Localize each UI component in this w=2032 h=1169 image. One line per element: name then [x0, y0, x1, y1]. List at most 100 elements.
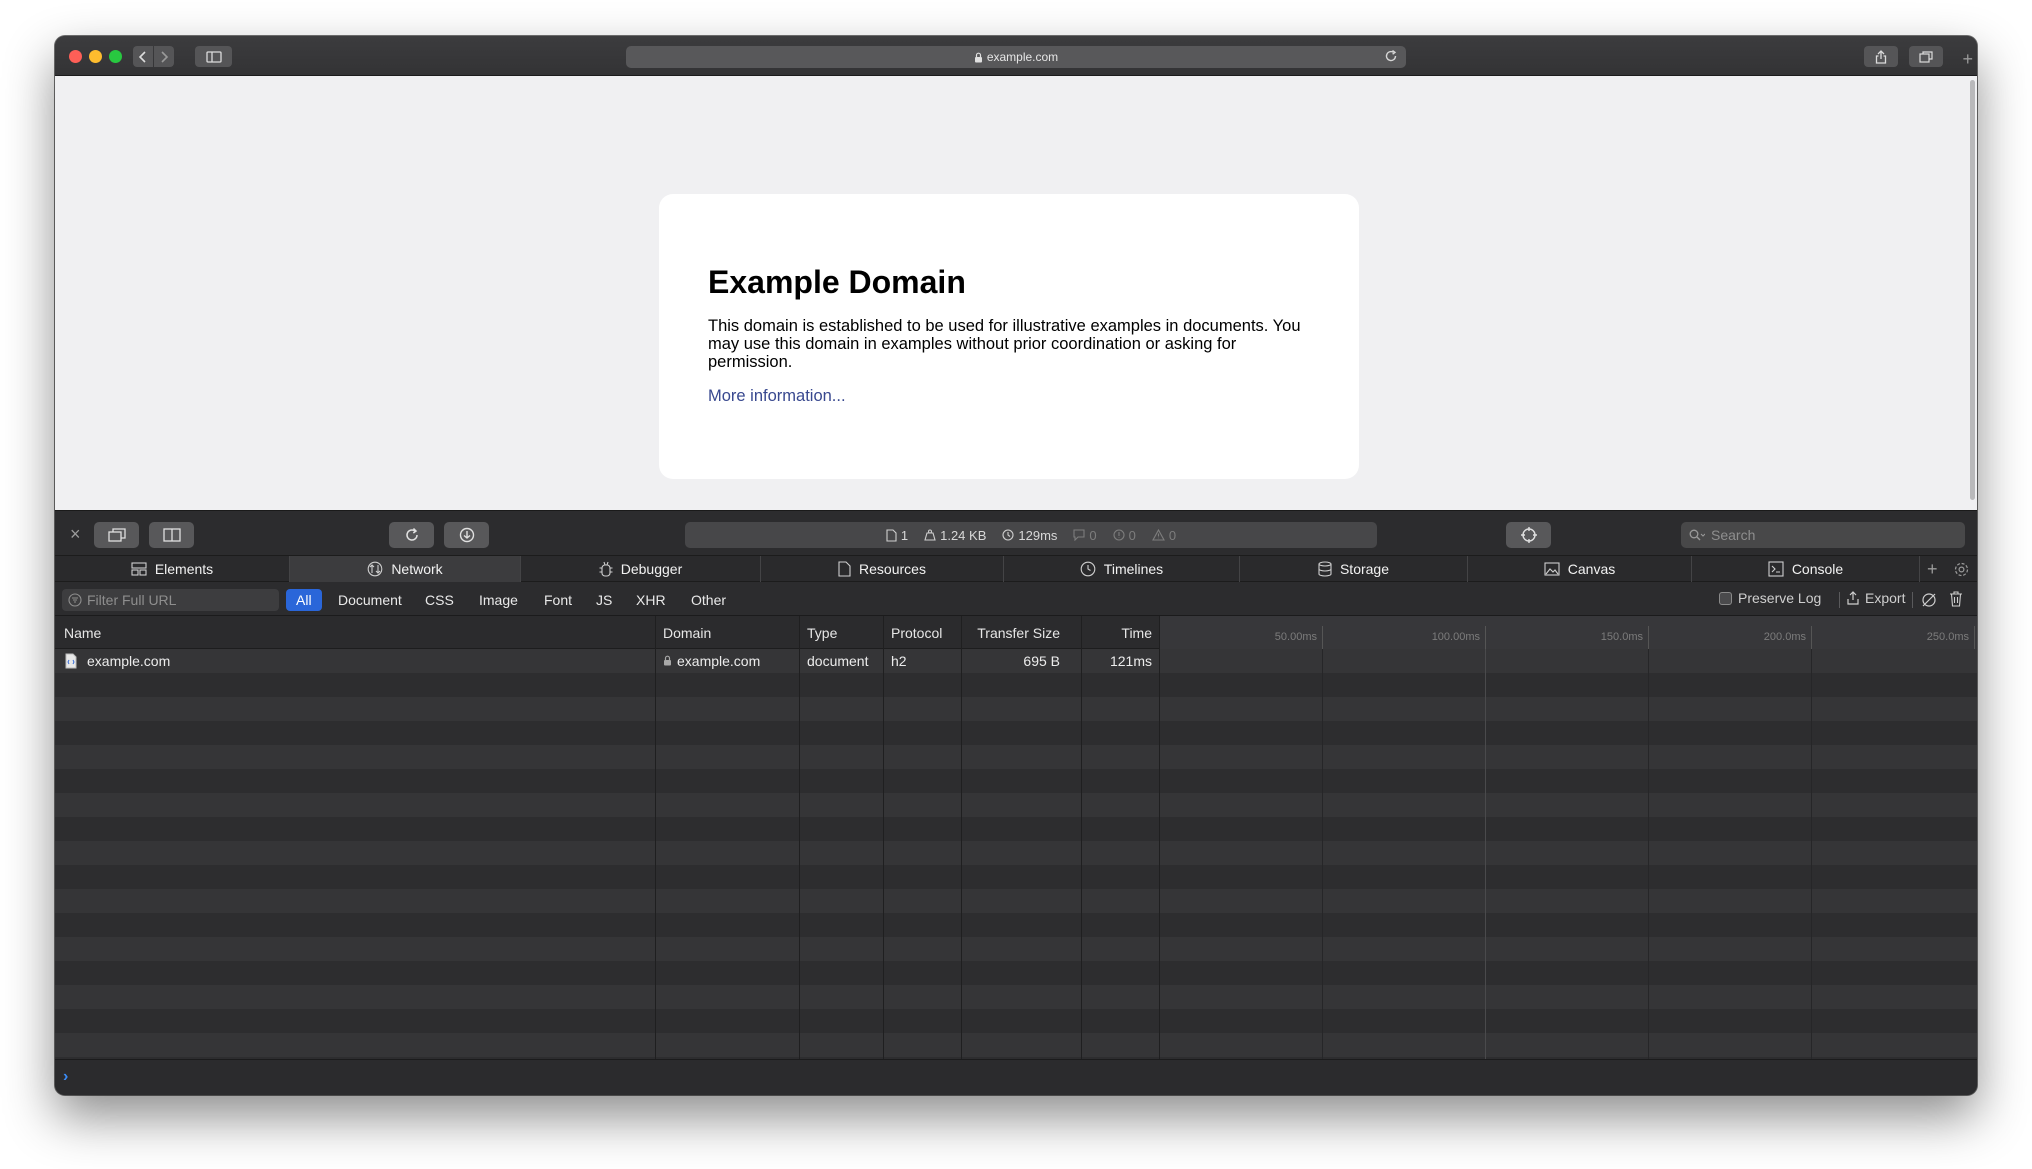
log-count[interactable]: 0 [1073, 528, 1097, 543]
dock-side-button[interactable] [149, 522, 194, 548]
forward-button[interactable] [154, 46, 174, 67]
waterfall-gridline [1322, 649, 1323, 1059]
column-transfer-size[interactable]: Transfer Size [960, 616, 1060, 649]
reload-page-button[interactable] [389, 522, 434, 548]
address-text: example.com [986, 50, 1059, 64]
more-information-link[interactable]: More information... [708, 387, 846, 405]
warning-count[interactable]: 0 [1151, 528, 1176, 543]
tab-overview-button[interactable] [1909, 46, 1943, 67]
sidebar-toggle-button[interactable] [195, 46, 232, 67]
resource-size[interactable]: 1.24 KB [924, 528, 986, 543]
zoom-window-button[interactable] [109, 50, 122, 63]
tab-network[interactable]: Network [290, 556, 521, 582]
waterfall-tick: 200.0ms [1649, 626, 1812, 649]
download-archive-button[interactable] [444, 522, 489, 548]
bug-icon [599, 561, 613, 577]
row-name: example.com [87, 653, 171, 669]
console-icon [1768, 561, 1784, 577]
message-icon [1073, 529, 1085, 541]
minimize-window-button[interactable] [89, 50, 102, 63]
tab-debugger[interactable]: Debugger [521, 556, 761, 582]
add-tab-icon[interactable]: + [1927, 560, 1938, 578]
column-divider[interactable] [1159, 616, 1160, 1059]
database-icon [1318, 561, 1332, 577]
address-bar[interactable]: example.com [626, 46, 1406, 68]
table-row[interactable]: example.com example.com document h2 695 … [55, 649, 1977, 673]
filter-type-document[interactable]: Document [328, 589, 412, 611]
settings-gear-icon[interactable] [1953, 561, 1970, 578]
waterfall-header: 50.00ms 100.00ms 150.0ms 200.0ms 250.0ms [1160, 616, 1977, 649]
tab-resources[interactable]: Resources [761, 556, 1004, 582]
scrollbar-thumb[interactable] [1970, 80, 1975, 500]
filter-url-input[interactable]: Filter Full URL [62, 589, 279, 611]
document-file-icon [65, 653, 77, 669]
filter-type-other[interactable]: Other [681, 589, 736, 611]
column-divider[interactable] [883, 616, 884, 1059]
preserve-log-checkbox[interactable] [1719, 591, 1732, 605]
empty-row [55, 961, 1977, 985]
waterfall-marker [1485, 649, 1486, 1059]
filter-type-all[interactable]: All [286, 589, 322, 611]
tab-timelines[interactable]: Timelines [1004, 556, 1240, 582]
filter-type-js[interactable]: JS [586, 589, 622, 611]
filter-type-css[interactable]: CSS [415, 589, 464, 611]
page-heading: Example Domain [708, 264, 966, 300]
empty-row [55, 985, 1977, 1009]
title-bar: example.com + [55, 36, 1977, 76]
devtools-toolbar: × 1 1.24 KB 129ms 0 0 0 Search [55, 510, 1977, 555]
column-divider[interactable] [655, 616, 656, 1059]
preserve-log-toggle[interactable]: Preserve Log [1719, 590, 1821, 606]
column-type[interactable]: Type [807, 616, 837, 649]
warning-icon [1151, 529, 1165, 541]
tab-console[interactable]: Console [1692, 556, 1920, 582]
close-devtools-icon[interactable]: × [70, 525, 81, 543]
network-icon [367, 561, 383, 577]
disable-cache-icon[interactable] [1921, 592, 1937, 608]
waterfall-gridline [1811, 649, 1812, 1059]
inspect-element-button[interactable] [1506, 522, 1551, 548]
row-protocol: h2 [891, 653, 907, 669]
column-divider[interactable] [799, 616, 800, 1059]
sidebar-icon [205, 50, 222, 63]
filter-type-image[interactable]: Image [469, 589, 528, 611]
waterfall-tick: 150.0ms [1486, 626, 1649, 649]
resource-count[interactable]: 1 [886, 528, 908, 543]
trash-icon[interactable] [1949, 591, 1963, 607]
lock-icon [974, 52, 982, 62]
reload-icon[interactable] [1384, 49, 1398, 63]
error-icon [1113, 529, 1125, 541]
export-button[interactable]: Export [1847, 590, 1905, 606]
column-domain[interactable]: Domain [663, 616, 711, 649]
activity-status-bar: 1 1.24 KB 129ms 0 0 0 [685, 522, 1377, 548]
devtools-search-field[interactable]: Search [1681, 522, 1965, 548]
column-divider[interactable] [1081, 616, 1082, 1059]
chevron-right-icon [161, 50, 169, 63]
tab-storage[interactable]: Storage [1240, 556, 1468, 582]
download-icon [459, 527, 474, 543]
close-window-button[interactable] [69, 50, 82, 63]
load-time[interactable]: 129ms [1002, 528, 1057, 543]
column-name[interactable]: Name [64, 616, 101, 649]
back-button[interactable] [133, 46, 153, 67]
column-divider[interactable] [961, 616, 962, 1059]
weight-icon [924, 529, 936, 541]
waterfall-tick: 250.0ms [1812, 626, 1975, 649]
tab-elements[interactable]: Elements [55, 556, 290, 582]
page-scrollbar[interactable] [1968, 76, 1977, 510]
separator [1839, 592, 1840, 608]
console-prompt-area[interactable]: › [55, 1059, 1977, 1095]
search-placeholder: Search [1711, 527, 1756, 543]
reload-icon [405, 527, 418, 541]
tab-canvas[interactable]: Canvas [1468, 556, 1692, 582]
dock-detach-button[interactable] [94, 522, 139, 548]
network-table: example.com example.com document h2 695 … [55, 616, 1977, 1059]
column-time[interactable]: Time [1085, 616, 1152, 649]
empty-row [55, 1033, 1977, 1057]
share-button[interactable] [1864, 46, 1898, 67]
new-tab-icon[interactable]: + [1962, 50, 1973, 68]
filter-type-font[interactable]: Font [534, 589, 582, 611]
error-count[interactable]: 0 [1113, 528, 1136, 543]
filter-type-xhr[interactable]: XHR [626, 589, 676, 611]
empty-row [55, 937, 1977, 961]
column-protocol[interactable]: Protocol [891, 616, 942, 649]
